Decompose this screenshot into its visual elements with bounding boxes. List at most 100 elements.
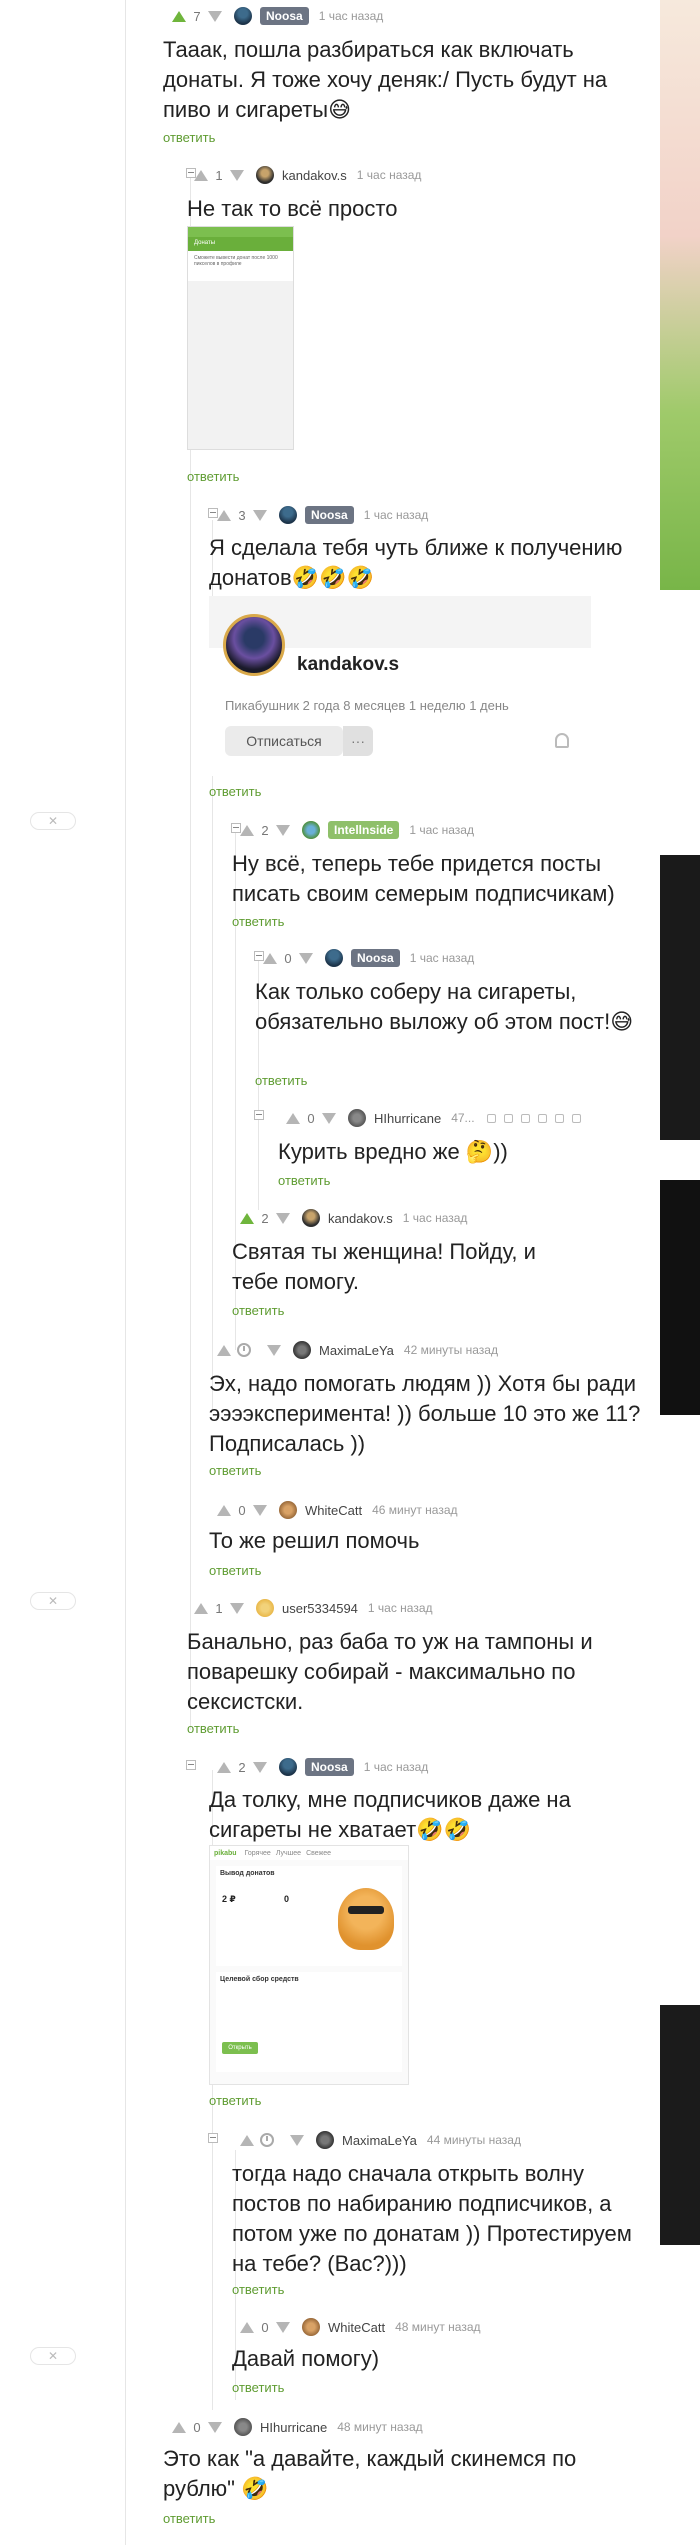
username[interactable]: MaximaLeYa: [342, 2133, 417, 2148]
save-icon[interactable]: [520, 1113, 530, 1123]
upvote-icon[interactable]: [194, 1602, 208, 1614]
username[interactable]: HIhurricane: [260, 2420, 327, 2435]
downvote-icon[interactable]: [276, 824, 290, 836]
link-icon[interactable]: [503, 1113, 513, 1123]
share-icon[interactable]: [486, 1113, 496, 1123]
bell-icon[interactable]: [555, 733, 569, 748]
upvote-icon[interactable]: [286, 1112, 300, 1124]
reply-link[interactable]: ответить: [163, 130, 215, 145]
side-ad-1[interactable]: [660, 0, 700, 590]
downvote-icon[interactable]: [253, 1761, 267, 1773]
avatar[interactable]: [302, 1209, 320, 1227]
upvote-icon[interactable]: [240, 1212, 254, 1224]
profile-card[interactable]: kandakov.s Пикабушник 2 года 8 месяцев 1…: [209, 596, 591, 776]
username[interactable]: MaximaLeYa: [319, 1343, 394, 1358]
side-ad-4[interactable]: [660, 2005, 700, 2245]
username[interactable]: kandakov.s: [282, 168, 347, 183]
avatar[interactable]: [279, 1758, 297, 1776]
more-icon[interactable]: [554, 1113, 564, 1123]
collapse-thread-button[interactable]: ✕: [30, 812, 76, 830]
reply-link[interactable]: ответить: [278, 1173, 330, 1188]
collapse-thread-button[interactable]: ✕: [30, 1592, 76, 1610]
upvote-icon[interactable]: [194, 169, 208, 181]
downvote-icon[interactable]: [208, 2421, 222, 2433]
avatar[interactable]: [234, 7, 252, 25]
upvote-icon[interactable]: [172, 2421, 186, 2433]
username[interactable]: WhiteCatt: [305, 1503, 362, 1518]
username[interactable]: Noosa: [260, 7, 309, 25]
reply-link[interactable]: ответить: [255, 1073, 307, 1088]
side-ad-3[interactable]: [660, 1180, 700, 1415]
avatar[interactable]: [256, 166, 274, 184]
username[interactable]: Noosa: [305, 506, 354, 524]
comment-meta: MaximaLeYa 44 минуты назад: [240, 2130, 521, 2150]
collapse-toggle[interactable]: [208, 2133, 218, 2143]
downvote-icon[interactable]: [253, 1504, 267, 1516]
clock-icon: [237, 1343, 251, 1357]
username[interactable]: WhiteCatt: [328, 2320, 385, 2335]
upvote-icon[interactable]: [240, 2134, 254, 2146]
reply-link[interactable]: ответить: [232, 914, 284, 929]
avatar[interactable]: [325, 949, 343, 967]
downvote-icon[interactable]: [267, 1344, 281, 1356]
downvote-icon[interactable]: [276, 1212, 290, 1224]
report-icon[interactable]: [571, 1113, 581, 1123]
vote-count: 2: [238, 1759, 246, 1775]
avatar[interactable]: [256, 1599, 274, 1617]
reply-link[interactable]: ответить: [209, 1563, 261, 1578]
collapse-thread-button[interactable]: ✕: [30, 2347, 76, 2365]
unsubscribe-button[interactable]: Отписаться: [225, 726, 343, 756]
upvote-icon[interactable]: [172, 10, 186, 22]
username[interactable]: Noosa: [305, 1758, 354, 1776]
reply-link[interactable]: ответить: [187, 469, 239, 484]
avatar[interactable]: [302, 2318, 320, 2336]
thread-line: [125, 0, 126, 2545]
downvote-icon[interactable]: [230, 169, 244, 181]
more-button[interactable]: ···: [343, 726, 373, 756]
avatar[interactable]: [234, 2418, 252, 2436]
collapse-toggle[interactable]: [254, 1110, 264, 1120]
downvote-icon[interactable]: [322, 1112, 336, 1124]
timestamp: 1 час назад: [356, 168, 422, 182]
upvote-icon[interactable]: [217, 1504, 231, 1516]
upvote-icon[interactable]: [217, 509, 231, 521]
reply-link[interactable]: ответить: [232, 2282, 284, 2297]
avatar[interactable]: [302, 821, 320, 839]
reply-link[interactable]: ответить: [163, 2511, 215, 2526]
profile-username[interactable]: kandakov.s: [297, 654, 399, 676]
upvote-icon[interactable]: [217, 1344, 231, 1356]
reply-link[interactable]: ответить: [187, 1721, 239, 1736]
username[interactable]: user5334594: [282, 1601, 358, 1616]
upvote-icon[interactable]: [263, 952, 277, 964]
vote-count: 0: [193, 2419, 201, 2435]
downvote-icon[interactable]: [230, 1602, 244, 1614]
donate-screenshot[interactable]: pikabu Горячее Лучшее Свежее Вывод донат…: [209, 1845, 409, 2085]
username[interactable]: kandakov.s: [328, 1211, 393, 1226]
avatar[interactable]: [279, 1501, 297, 1519]
downvote-icon[interactable]: [299, 952, 313, 964]
username[interactable]: Noosa: [351, 949, 400, 967]
reply-link[interactable]: ответить: [232, 2380, 284, 2395]
side-ad-2[interactable]: [660, 855, 700, 1140]
avatar[interactable]: [348, 1109, 366, 1127]
downvote-icon[interactable]: [290, 2134, 304, 2146]
username[interactable]: Intellnside: [328, 821, 400, 839]
timestamp: 1 час назад: [318, 9, 384, 23]
reply-link[interactable]: ответить: [232, 1303, 284, 1318]
avatar[interactable]: [316, 2131, 334, 2149]
screenshot-attachment[interactable]: Донаты Сможете вывести донат после 1000 …: [187, 226, 294, 450]
reply-link[interactable]: ответить: [209, 784, 261, 799]
upvote-icon[interactable]: [240, 824, 254, 836]
downvote-icon[interactable]: [253, 509, 267, 521]
username[interactable]: HIhurricane: [374, 1111, 441, 1126]
avatar[interactable]: [293, 1341, 311, 1359]
avatar[interactable]: [279, 506, 297, 524]
upvote-icon[interactable]: [240, 2321, 254, 2333]
upvote-icon[interactable]: [217, 1761, 231, 1773]
hide-icon[interactable]: [537, 1113, 547, 1123]
downvote-icon[interactable]: [276, 2321, 290, 2333]
reply-link[interactable]: ответить: [209, 1463, 261, 1478]
reply-link[interactable]: ответить: [209, 2093, 261, 2108]
collapse-toggle[interactable]: [186, 1760, 196, 1770]
downvote-icon[interactable]: [208, 10, 222, 22]
